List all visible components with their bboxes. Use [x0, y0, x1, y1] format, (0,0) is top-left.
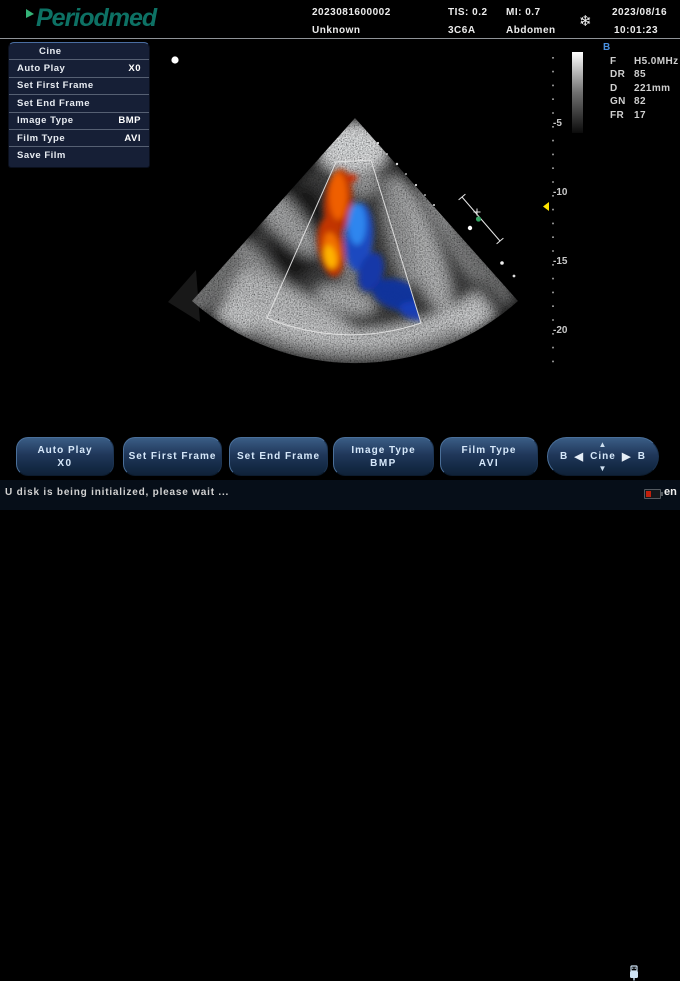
freeze-snowflake-icon: ❄ — [579, 12, 592, 30]
usb-icon — [627, 965, 641, 981]
button-label: Film Type — [462, 445, 517, 456]
top-bar-separator — [0, 38, 680, 39]
nav-center-label: Cine — [590, 451, 616, 462]
param-dynamic-range: DR 85 — [610, 68, 678, 81]
param-value: 85 — [634, 68, 646, 81]
exam-preset: Abdomen — [506, 25, 556, 36]
menu-item-value: AVI — [124, 133, 141, 144]
image-type-button[interactable]: Image Type BMP — [333, 437, 434, 476]
param-frame-rate: FR 17 — [610, 109, 678, 122]
button-label: Auto Play — [37, 445, 92, 456]
mode-indicator: B — [603, 42, 610, 53]
menu-item-label: Film Type — [17, 133, 65, 144]
system-time: 10:01:23 — [614, 25, 658, 36]
mi-value: MI: 0.7 — [506, 7, 541, 18]
button-value: AVI — [479, 458, 499, 469]
nav-up-icon[interactable]: ▲ — [548, 440, 658, 449]
brand-logo: Periodmed — [36, 2, 156, 34]
button-label: Set First Frame — [129, 451, 217, 462]
menu-item-set-end-frame[interactable]: Set End Frame — [9, 95, 149, 112]
menu-item-film-type[interactable]: Film Type AVI — [9, 130, 149, 147]
cine-context-menu: Cine Auto Play X0 Set First Frame Set En… — [8, 42, 150, 168]
orientation-marker — [171, 56, 178, 63]
status-message: U disk is being initialized, please wait… — [5, 487, 229, 498]
exam-id: 2023081600002 — [312, 7, 391, 18]
logo-triangle-icon — [26, 9, 34, 18]
menu-item-label: Set End Frame — [17, 98, 90, 109]
status-bar: U disk is being initialized, please wait… — [0, 480, 680, 510]
param-label: FR — [610, 109, 634, 122]
menu-item-label: Auto Play — [17, 63, 65, 74]
cine-nav-control[interactable]: ▲ B ◀ Cine ▶ B ▼ — [547, 437, 659, 476]
bright-reflector — [500, 261, 504, 265]
param-value: H5.0MHz — [634, 55, 678, 68]
auto-play-button[interactable]: Auto Play X0 — [16, 437, 114, 476]
menu-item-value: X0 — [128, 63, 141, 74]
param-label: F — [610, 55, 634, 68]
nav-right-mode-label[interactable]: B — [638, 451, 646, 462]
set-first-frame-button[interactable]: Set First Frame — [123, 437, 222, 476]
depth-label: -10 — [553, 187, 568, 198]
param-value: 221mm — [634, 82, 670, 95]
menu-item-image-type[interactable]: Image Type BMP — [9, 113, 149, 130]
nav-left-mode-label[interactable]: B — [560, 451, 568, 462]
focus-marker[interactable] — [543, 202, 549, 211]
menu-item-label: Image Type — [17, 115, 74, 126]
battery-nub — [661, 492, 663, 496]
bright-reflector — [513, 275, 516, 278]
param-value: 17 — [634, 109, 646, 122]
depth-label: -20 — [553, 325, 568, 336]
param-label: GN — [610, 95, 634, 108]
system-date: 2023/08/16 — [612, 7, 667, 18]
menu-item-save-film[interactable]: Save Film — [9, 147, 149, 163]
menu-item-label: Set First Frame — [17, 80, 94, 91]
menu-item-auto-play[interactable]: Auto Play X0 — [9, 60, 149, 77]
sidelobe-artifact — [168, 270, 200, 322]
button-value: BMP — [370, 458, 397, 469]
param-gain: GN 82 — [610, 95, 678, 108]
param-value: 82 — [634, 95, 646, 108]
battery-icon — [644, 489, 661, 499]
depth-label: -15 — [553, 256, 568, 267]
image-parameters: F H5.0MHz DR 85 D 221mm GN 82 FR 17 — [610, 55, 678, 122]
menu-item-label: Save Film — [17, 150, 66, 161]
param-label: D — [610, 82, 634, 95]
param-frequency: F H5.0MHz — [610, 55, 678, 68]
set-end-frame-button[interactable]: Set End Frame — [229, 437, 328, 476]
nav-down-icon[interactable]: ▼ — [548, 464, 658, 473]
battery-level — [646, 491, 651, 497]
menu-title: Cine — [9, 43, 149, 60]
depth-label: -5 — [553, 118, 562, 129]
param-depth: D 221mm — [610, 82, 678, 95]
button-value: X0 — [57, 458, 72, 469]
probe-name: 3C6A — [448, 25, 476, 36]
menu-item-set-first-frame[interactable]: Set First Frame — [9, 78, 149, 95]
patient-name: Unknown — [312, 25, 361, 36]
film-type-button[interactable]: Film Type AVI — [440, 437, 538, 476]
nav-prev-icon[interactable]: ◀ — [574, 450, 583, 463]
nav-next-icon[interactable]: ▶ — [622, 450, 631, 463]
menu-item-value: BMP — [118, 115, 141, 126]
menu-title-label: Cine — [39, 46, 62, 57]
grayscale-bar — [572, 52, 583, 133]
language-indicator: en — [664, 486, 677, 498]
tis-value: TIS: 0.2 — [448, 7, 488, 18]
bright-reflector — [468, 226, 472, 230]
button-label: Set End Frame — [237, 451, 320, 462]
button-label: Image Type — [351, 445, 415, 456]
param-label: DR — [610, 68, 634, 81]
top-bar: Periodmed 2023081600002 Unknown TIS: 0.2… — [0, 0, 680, 38]
caliper-cursor-dot[interactable] — [476, 216, 481, 221]
